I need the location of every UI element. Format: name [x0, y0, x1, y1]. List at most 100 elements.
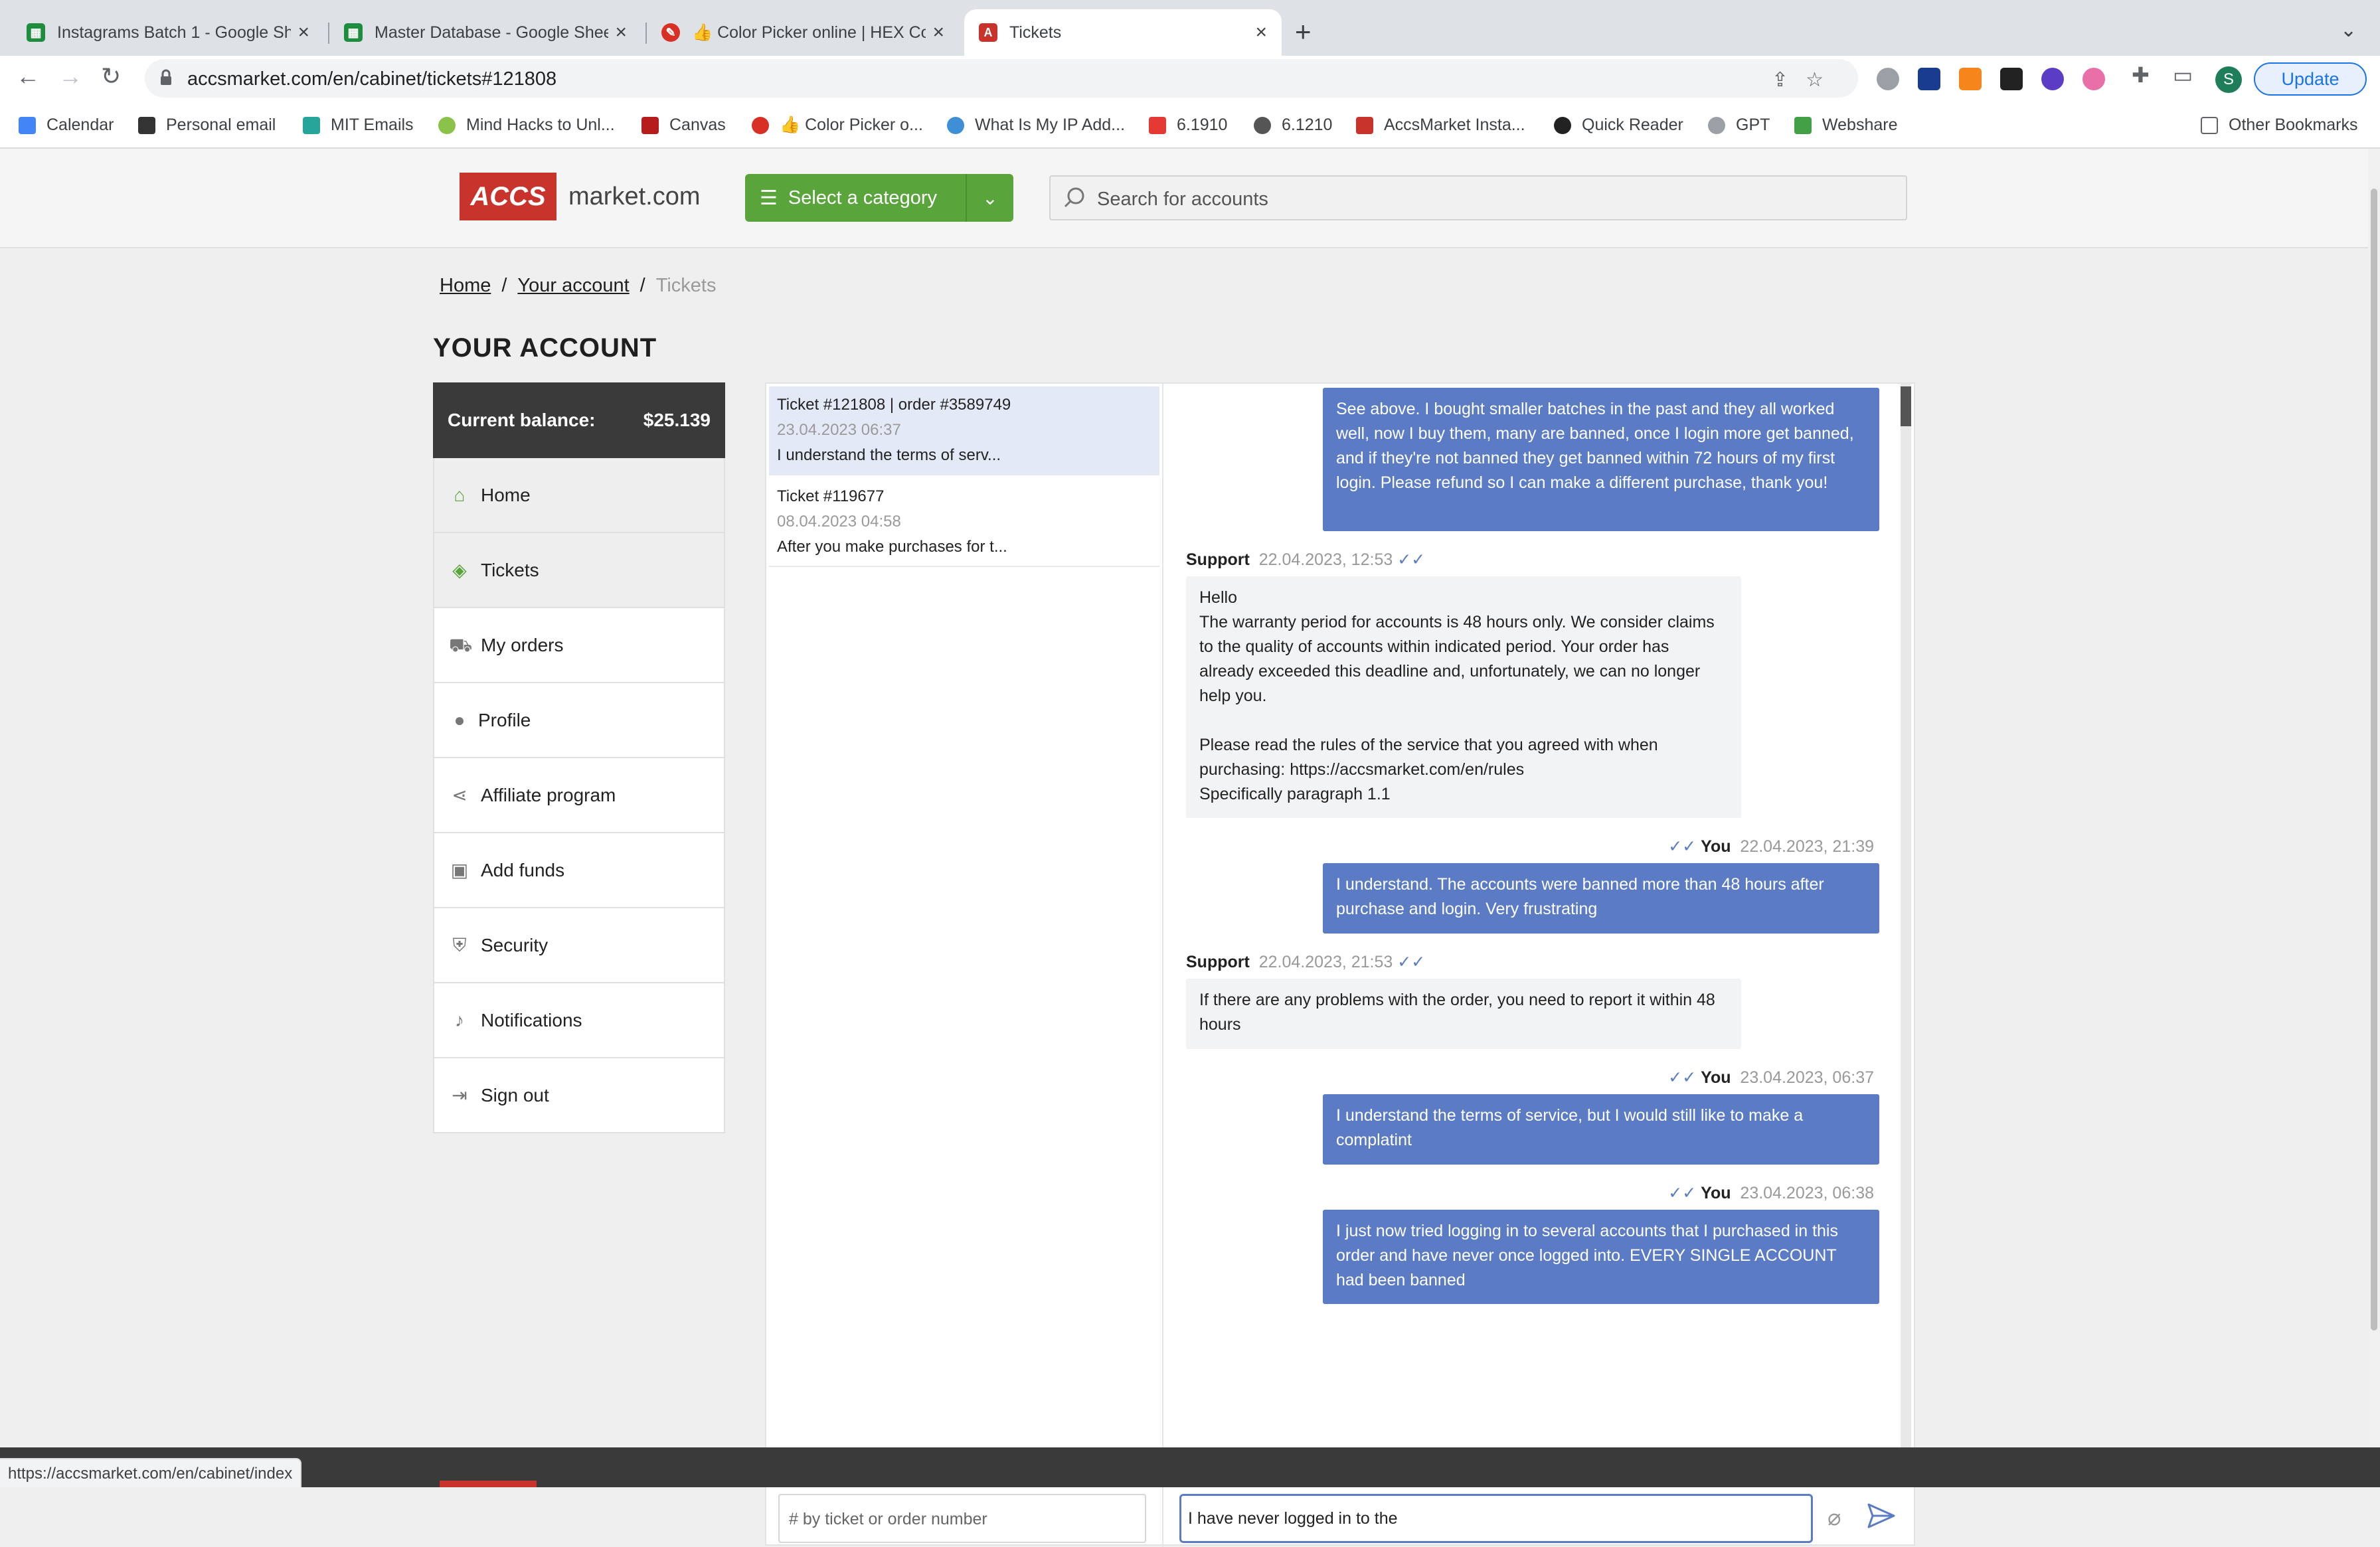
new-tab-icon[interactable]: +	[1295, 16, 1312, 48]
status-bar-url: https://accsmarket.com/en/cabinet/index	[0, 1458, 302, 1487]
extension-icon[interactable]	[2041, 68, 2064, 90]
sidebar-item-affiliate[interactable]: ⋖ Affiliate program	[433, 758, 725, 833]
share-star-icons[interactable]: ⇪☆	[1772, 68, 1841, 92]
ticket-search-input[interactable]: # by ticket or order number	[778, 1494, 1146, 1543]
bookmark-item[interactable]: Personal email	[138, 116, 276, 135]
sidebar-icon[interactable]: ▭	[2173, 62, 2193, 88]
site-logo[interactable]: ACCS market.com	[460, 173, 700, 220]
double-check-icon: ✓✓	[1668, 837, 1697, 856]
sidebar-item-my-orders[interactable]: ⛟ My orders	[433, 608, 725, 683]
address-bar[interactable]: accsmarket.com/en/cabinet/tickets#121808…	[145, 59, 1858, 98]
bookmark-label: Calendar	[46, 116, 114, 134]
close-tab-icon[interactable]: ×	[1255, 21, 1267, 44]
extension-icon[interactable]	[2000, 68, 2023, 90]
browser-tab[interactable]: ▦ Master Database - Google Shee ×	[329, 9, 641, 56]
double-check-icon: ✓✓	[1397, 550, 1426, 569]
bell-icon: ♪	[455, 1010, 464, 1030]
sidebar-item-home[interactable]: ⌂ Home	[433, 458, 725, 533]
site-footer	[0, 1447, 2380, 1487]
message-meta: ✓✓ You 22.04.2023, 21:39	[1668, 837, 1874, 856]
adblock-extension-icon[interactable]	[1877, 68, 1899, 90]
bookmark-item[interactable]: Quick Reader	[1554, 116, 1683, 135]
calendar-icon	[19, 116, 36, 134]
chat-thread: See above. I bought smaller batches in t…	[1165, 384, 1914, 1481]
message-time: 23.04.2023, 06:37	[1740, 1068, 1874, 1087]
message-bubble-support: Hello The warranty period for accounts i…	[1186, 576, 1741, 818]
message-bubble-you: I just now tried logging in to several a…	[1323, 1210, 1879, 1304]
bookmark-item[interactable]: Mind Hacks to Unl...	[438, 116, 615, 135]
update-button[interactable]: Update	[2254, 62, 2367, 96]
browser-tab[interactable]: ▦ Instagrams Batch 1 - Google Sh ×	[12, 9, 324, 56]
bookmark-item[interactable]: 6.1210	[1254, 116, 1332, 135]
bookmark-item[interactable]: Calendar	[19, 116, 114, 135]
breadcrumb-account[interactable]: Your account	[517, 275, 629, 296]
globe-icon	[947, 116, 964, 134]
mail-icon	[138, 116, 155, 134]
close-tab-icon[interactable]: ×	[615, 21, 627, 44]
sidebar-item-profile[interactable]: ● Profile	[433, 683, 725, 758]
sidebar-item-add-funds[interactable]: ▣ Add funds	[433, 833, 725, 908]
metamask-icon[interactable]	[1959, 68, 1982, 90]
other-bookmarks[interactable]: Other Bookmarks	[2201, 116, 2358, 135]
bookmark-item[interactable]: What Is My IP Add...	[947, 116, 1125, 135]
extension-icon[interactable]	[1918, 68, 1940, 90]
close-tab-icon[interactable]: ×	[932, 21, 944, 44]
message-meta: Support 22.04.2023, 12:53 ✓✓	[1186, 550, 1425, 570]
select-category-button[interactable]: ☰ Select a category ⌄	[745, 174, 1013, 222]
balance-panel: Current balance: $25.139	[433, 382, 725, 458]
bookmark-item[interactable]: MIT Emails	[303, 116, 414, 135]
angular-icon	[1554, 116, 1571, 134]
sheets-icon: ▦	[344, 23, 363, 42]
site-header: ACCS market.com ☰ Select a category ⌄ Se…	[0, 149, 2380, 248]
bookmark-item[interactable]: Webshare	[1794, 116, 1898, 135]
message-bubble-support: If there are any problems with the order…	[1186, 979, 1741, 1049]
chat-scrollbar[interactable]	[1901, 384, 1911, 1478]
chevron-down-icon[interactable]: ⌄	[966, 174, 1013, 222]
back-icon[interactable]: ←	[16, 62, 40, 90]
sidebar-item-notifications[interactable]: ♪ Notifications	[433, 983, 725, 1058]
bookmark-item[interactable]: 6.1910	[1149, 116, 1227, 135]
forward-icon[interactable]: →	[58, 62, 82, 90]
page-scrollbar[interactable]	[2368, 149, 2380, 1447]
category-label: Select a category	[788, 187, 937, 208]
bookmark-label: 6.1210	[1282, 116, 1333, 134]
chevron-down-icon[interactable]: ⌄	[2340, 19, 2357, 42]
puzzle-icon[interactable]: ✚	[2132, 62, 2150, 88]
avatar[interactable]: S	[2215, 66, 2242, 93]
send-icon[interactable]	[1866, 1501, 1897, 1531]
browser-tab-active[interactable]: A Tickets ×	[964, 9, 1282, 56]
url-text: accsmarket.com/en/cabinet/tickets#121808	[187, 68, 557, 90]
sidebar-item-sign-out[interactable]: ⇥ Sign out	[433, 1058, 725, 1133]
ticket-list-item[interactable]: Ticket #121808 | order #3589749 23.04.20…	[769, 386, 1159, 475]
composer-bar: # by ticket or order number I have never…	[766, 1481, 1914, 1547]
paperclip-icon[interactable]: ⌀	[1828, 1505, 1841, 1531]
divider	[1162, 1482, 1163, 1547]
sidebar-item-label: Notifications	[481, 1009, 582, 1030]
search-input[interactable]: Search for accounts	[1049, 175, 1907, 220]
ticket-list-item[interactable]: Ticket #119677 08.04.2023 04:58 After yo…	[769, 478, 1159, 567]
sidebar-item-tickets[interactable]: ◈ Tickets	[433, 533, 725, 608]
bookmark-item[interactable]: 👍 Color Picker o...	[752, 116, 923, 135]
close-tab-icon[interactable]: ×	[298, 21, 309, 44]
sidebar-item-label: Affiliate program	[481, 784, 616, 805]
extension-icon[interactable]	[2082, 68, 2105, 90]
scrollbar-thumb[interactable]	[1901, 386, 1911, 426]
message-input[interactable]: I have never logged in to the	[1179, 1494, 1813, 1543]
breadcrumb-separator: /	[501, 275, 507, 296]
message-meta: ✓✓ You 23.04.2023, 06:37	[1668, 1068, 1874, 1088]
ticket-list: Ticket #121808 | order #3589749 23.04.20…	[766, 384, 1163, 1481]
search-placeholder: Search for accounts	[1097, 189, 1268, 210]
accs-icon: A	[979, 23, 997, 42]
message-author: You	[1701, 837, 1731, 856]
scrollbar-thumb[interactable]	[2371, 189, 2377, 1331]
reload-icon[interactable]: ↻	[101, 62, 121, 90]
bookmark-item[interactable]: GPT	[1708, 116, 1770, 135]
browser-chrome: ▦ Instagrams Batch 1 - Google Sh × ▦ Mas…	[0, 0, 2380, 149]
sidebar-item-security[interactable]: ⛨ Security	[433, 908, 725, 983]
bookmark-item[interactable]: Canvas	[641, 116, 726, 135]
breadcrumb-home[interactable]: Home	[440, 275, 491, 296]
browser-tab[interactable]: ✎ 👍 Color Picker online | HEX Co ×	[647, 9, 959, 56]
message-bubble-you: I understand the terms of service, but I…	[1323, 1094, 1879, 1165]
folder-icon	[2201, 116, 2218, 134]
bookmark-item[interactable]: AccsMarket Insta...	[1356, 116, 1525, 135]
